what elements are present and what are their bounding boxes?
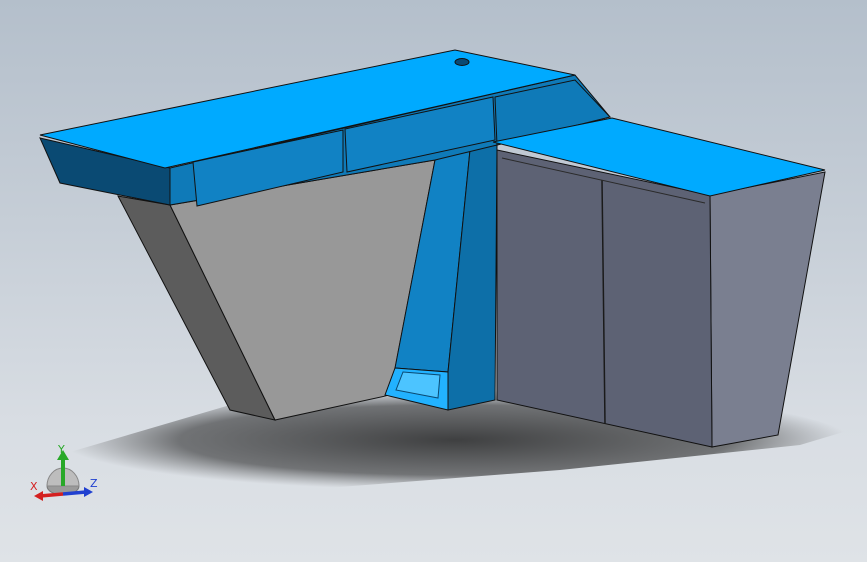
x-axis-label: X [30, 480, 38, 493]
z-axis-label: Z [90, 477, 98, 490]
cable-grommet[interactable] [454, 58, 470, 66]
y-axis-label: Y [57, 443, 65, 456]
coordinate-triad[interactable]: Y X Z [28, 440, 108, 510]
3d-viewport[interactable]: Y X Z [0, 0, 867, 562]
x-axis-icon [39, 492, 64, 498]
cabinet-side[interactable] [709, 171, 826, 448]
z-axis-icon [62, 490, 87, 496]
desk-model[interactable] [0, 0, 867, 562]
